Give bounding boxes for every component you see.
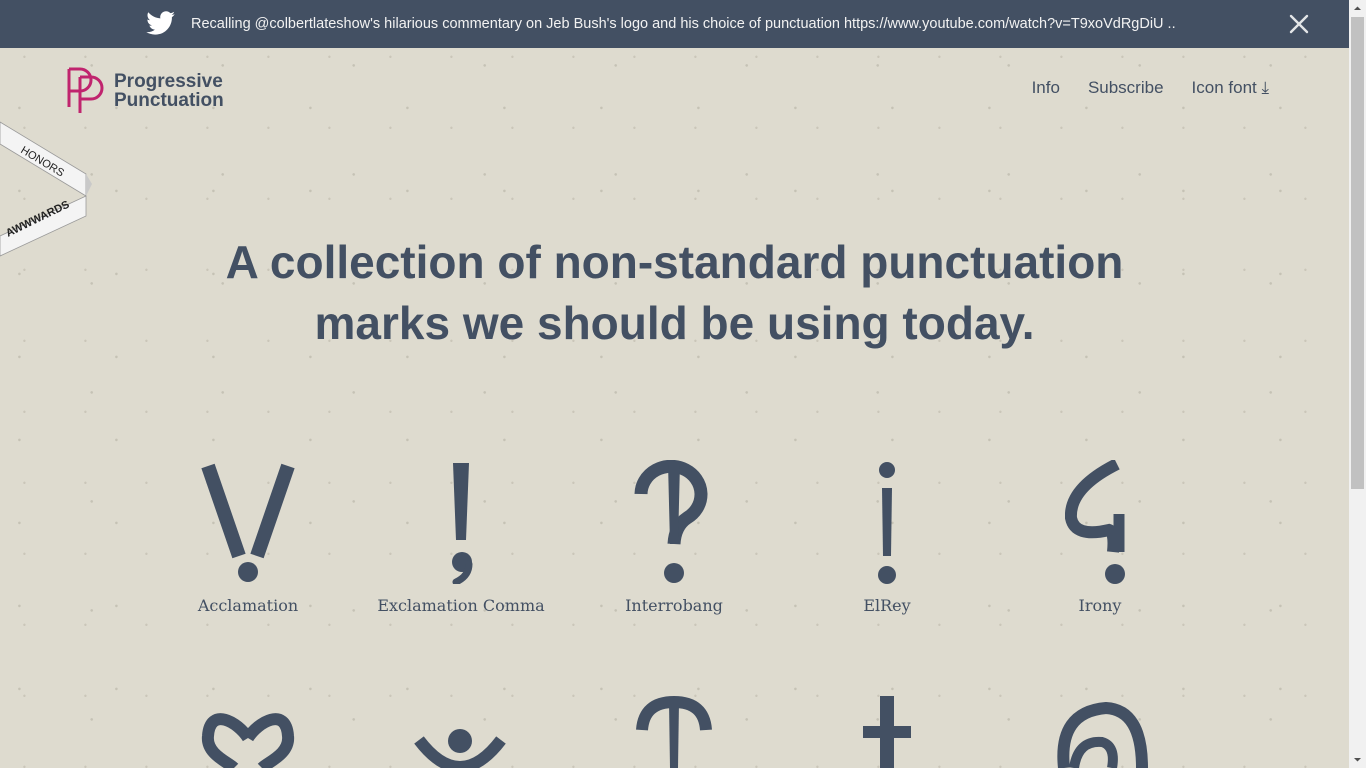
- mark-authority-point[interactable]: [782, 696, 992, 768]
- vertical-scrollbar[interactable]: [1349, 0, 1366, 768]
- nav-icon-font-link[interactable]: Icon font ⤓: [1192, 78, 1269, 98]
- logo-line-2: Punctuation: [114, 90, 224, 111]
- mark-interrobang[interactable]: Interrobang: [569, 460, 779, 615]
- mark-acclamation[interactable]: Acclamation: [143, 460, 353, 615]
- background-texture: [0, 0, 1366, 768]
- mark-love-point[interactable]: [143, 696, 353, 768]
- main-nav: Info Subscribe Icon font ⤓: [1004, 78, 1269, 98]
- banner-tweet-text[interactable]: Recalling @colbertlateshow's hilarious c…: [191, 0, 1176, 48]
- headline-line-2: marks we should be using today.: [314, 297, 1035, 349]
- certitude-point-icon: [414, 729, 506, 768]
- headline-line-1: A collection of non-standard punctuation: [225, 236, 1124, 288]
- snark-icon: [1057, 701, 1148, 768]
- announcement-banner: Recalling @colbertlateshow's hilarious c…: [0, 0, 1349, 48]
- irony-icon: [1065, 460, 1125, 584]
- interrobang-icon: [634, 460, 708, 583]
- pp-logo-icon: [67, 67, 104, 113]
- mark-doubt-point[interactable]: [569, 696, 779, 768]
- mark-label: ElRey: [863, 596, 911, 615]
- mark-certitude-point[interactable]: [356, 696, 566, 768]
- scroll-up-arrow-icon[interactable]: [1349, 0, 1366, 17]
- love-point-icon: [202, 713, 294, 768]
- nav-info-link[interactable]: Info: [1032, 78, 1060, 98]
- acclamation-icon: [201, 463, 295, 582]
- close-icon[interactable]: [1287, 12, 1311, 36]
- twitter-bird-icon[interactable]: [146, 10, 176, 38]
- site-logo[interactable]: Progressive Punctuation: [66, 67, 224, 115]
- page-headline: A collection of non-standard punctuation…: [0, 232, 1349, 354]
- mark-label: Interrobang: [625, 596, 723, 615]
- nav-subscribe-link[interactable]: Subscribe: [1088, 78, 1164, 98]
- mark-label: Irony: [1078, 596, 1122, 615]
- authority-point-icon: [863, 696, 911, 768]
- doubt-point-icon: [636, 696, 712, 768]
- mark-irony[interactable]: Irony: [995, 460, 1205, 615]
- logo-wordmark: Progressive Punctuation: [114, 72, 224, 110]
- exclamation-comma-icon: [452, 463, 473, 584]
- mark-snark[interactable]: [995, 696, 1205, 768]
- mark-label: Acclamation: [197, 596, 299, 615]
- mark-exclamation-comma[interactable]: Exclamation Comma: [356, 460, 566, 615]
- logo-line-1: Progressive: [114, 71, 223, 92]
- mark-label: Exclamation Comma: [377, 596, 545, 615]
- mark-elrey[interactable]: ElRey: [782, 460, 992, 615]
- scroll-down-arrow-icon[interactable]: [1349, 751, 1366, 768]
- elrey-icon: [878, 462, 896, 584]
- scrollbar-thumb[interactable]: [1351, 17, 1364, 489]
